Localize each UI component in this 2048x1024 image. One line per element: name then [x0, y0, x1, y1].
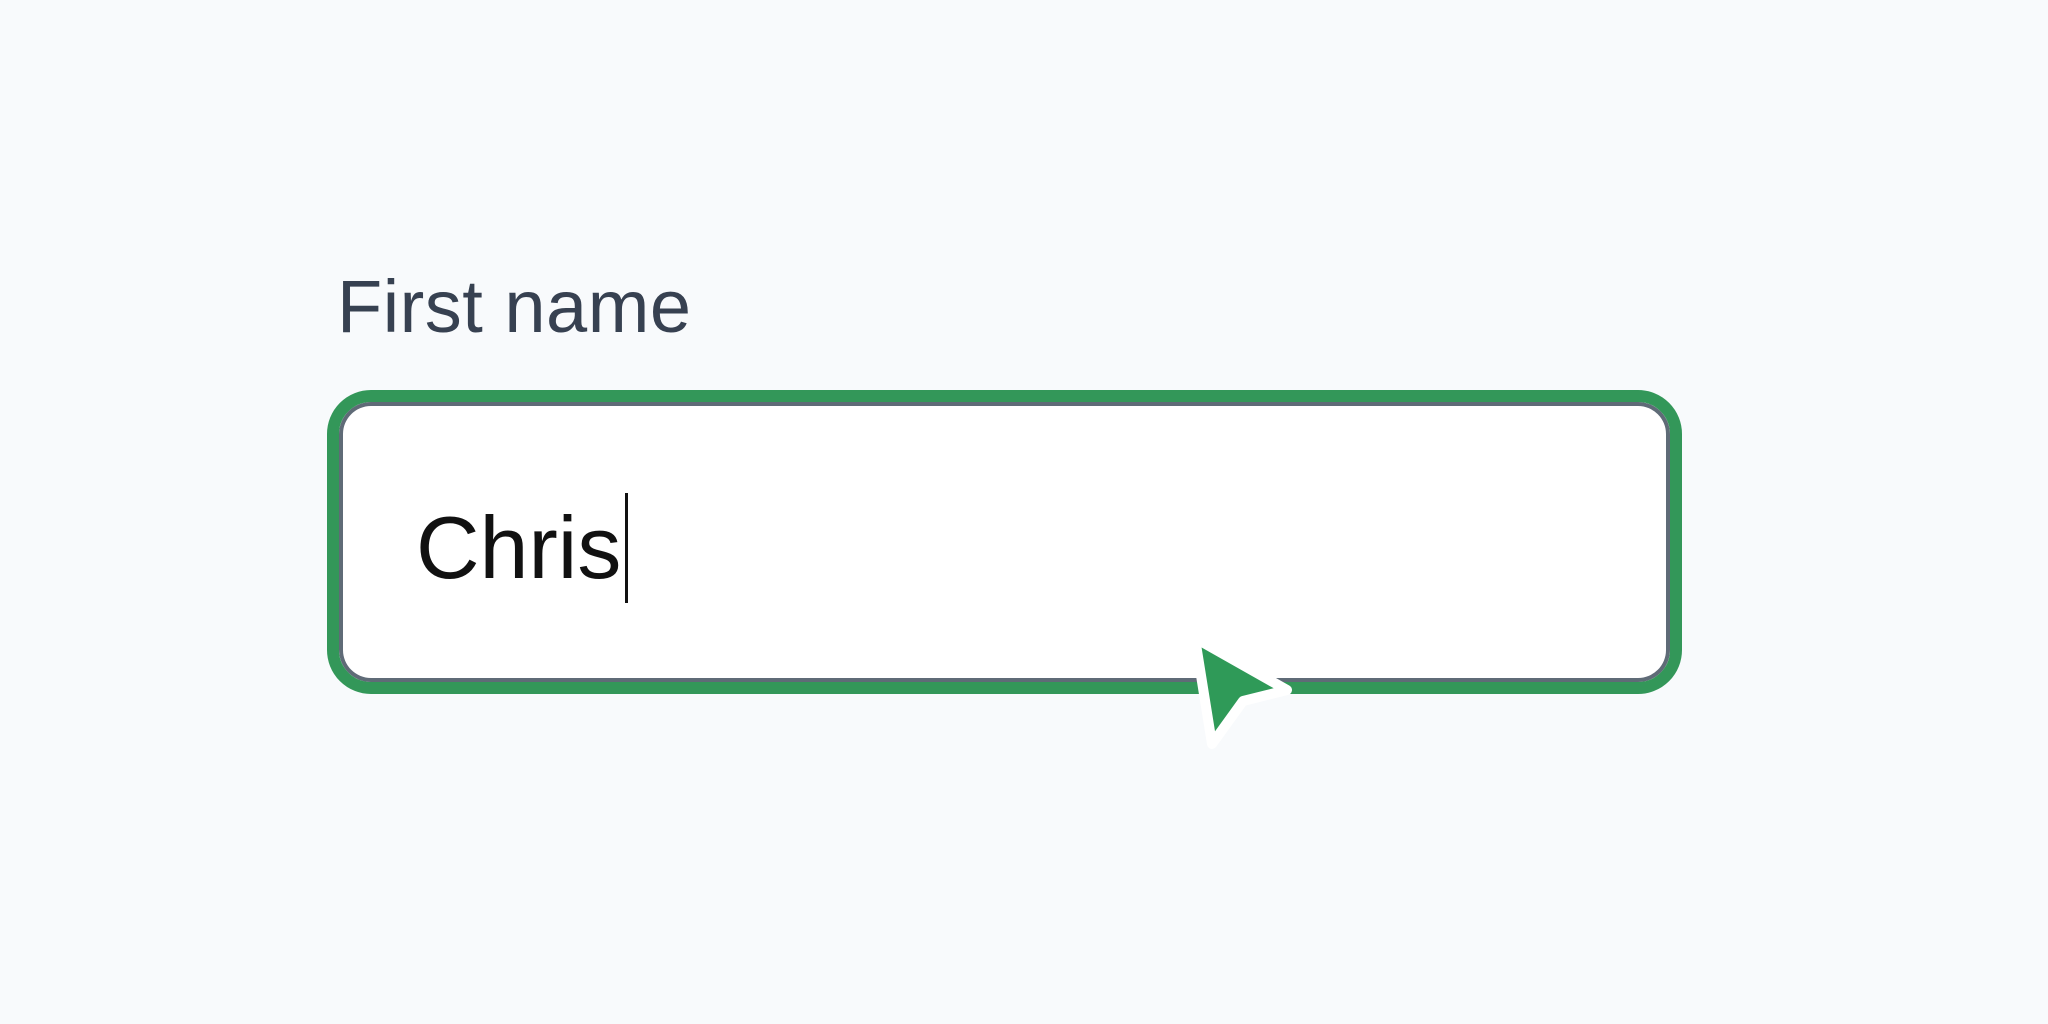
- mouse-pointer-icon: [1190, 633, 1292, 749]
- first-name-field: First name Chris: [327, 262, 1682, 694]
- input-value-row: Chris: [416, 493, 629, 603]
- first-name-input[interactable]: Chris: [327, 390, 1682, 694]
- first-name-label: First name: [337, 265, 692, 348]
- first-name-value: Chris: [416, 498, 622, 597]
- text-caret: [625, 493, 629, 603]
